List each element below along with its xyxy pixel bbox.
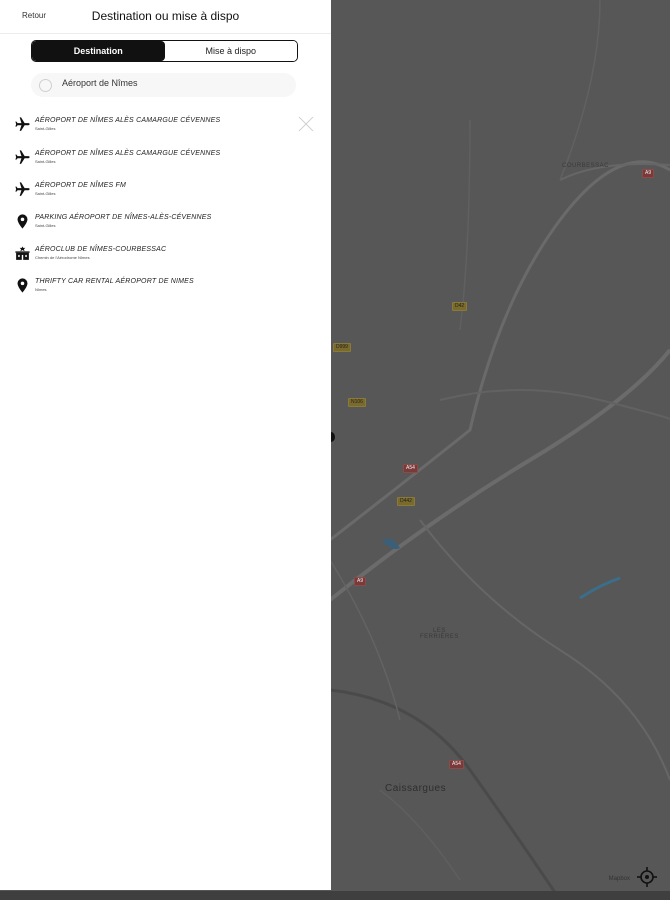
plane-icon [14,181,31,198]
result-title: AÉROPORT DE NÎMES ALÈS CAMARGUE CÉVENNES [35,150,221,157]
tab-mise-a-dispo[interactable]: Mise à dispo [164,41,297,61]
list-item[interactable]: AÉROPORT DE NÎMES ALÈS CAMARGUE CÉVENNES… [0,113,300,141]
result-subtitle: Nîmes [35,287,47,292]
panel-header: Retour Destination ou mise à dispo [0,0,331,34]
result-title: THRIFTY CAR RENTAL AÉROPORT DE NIMES [35,278,194,285]
search-input[interactable] [62,78,282,88]
plane-icon [14,149,31,166]
result-title: PARKING AÉROPORT DE NÎMES-ALÈS-CÉVENNES [35,214,212,221]
result-subtitle: Saint-Gilles [35,159,56,164]
result-subtitle: Saint-Gilles [35,191,56,196]
destination-panel: Retour Destination ou mise à dispo Desti… [0,0,331,890]
search-box [31,73,296,97]
tab-destination[interactable]: Destination [32,41,165,61]
map-label-courbessac: COURBESSAC [562,163,610,169]
list-item[interactable]: PARKING AÉROPORT DE NÎMES-ALÈS-CÉVENNES … [0,210,300,238]
segmented-control: Destination Mise à dispo [31,40,298,62]
crosshair-icon [637,867,657,887]
list-item[interactable]: THRIFTY CAR RENTAL AÉROPORT DE NIMES Nîm… [0,274,300,302]
list-item[interactable]: AÉROPORT DE NÎMES FM Saint-Gilles [0,178,300,206]
road-badge: A54 [403,464,418,473]
club-building-icon [14,245,31,262]
road-badge: N106 [348,398,366,407]
bottom-bar [0,891,670,900]
locate-me-button[interactable] [636,866,658,888]
list-item[interactable]: AÉROCLUB DE NÎMES-COURBESSAC Chemin de l… [0,242,300,270]
result-subtitle: Saint-Gilles [35,223,56,228]
map-pin-icon [14,277,31,294]
road-badge: D442 [397,497,415,506]
result-subtitle: Chemin de l'Aérodrome Nîmes [35,255,90,260]
page-title: Destination ou mise à dispo [91,9,240,23]
map-attribution[interactable]: Mapbox [609,876,630,882]
result-title: AÉROCLUB DE NÎMES-COURBESSAC [35,246,167,253]
list-item[interactable]: AÉROPORT DE NÎMES ALÈS CAMARGUE CÉVENNES… [0,146,300,174]
map-pin-icon [14,213,31,230]
result-subtitle: Saint-Gilles [35,126,56,131]
road-badge: D999 [333,343,351,352]
road-badge: A9 [642,169,655,178]
road-badge: A54 [449,760,464,769]
search-icon [39,79,52,92]
result-title: AÉROPORT DE NÎMES FM [35,182,126,189]
result-title: AÉROPORT DE NÎMES ALÈS CAMARGUE CÉVENNES [35,117,221,124]
road-badge: A9 [354,577,367,586]
road-badge: D42 [452,302,468,311]
map-label-ferrieres: LES FERRIÈRES [420,628,459,640]
map-town-label: Caissargues [385,783,447,794]
plane-icon [14,116,31,133]
